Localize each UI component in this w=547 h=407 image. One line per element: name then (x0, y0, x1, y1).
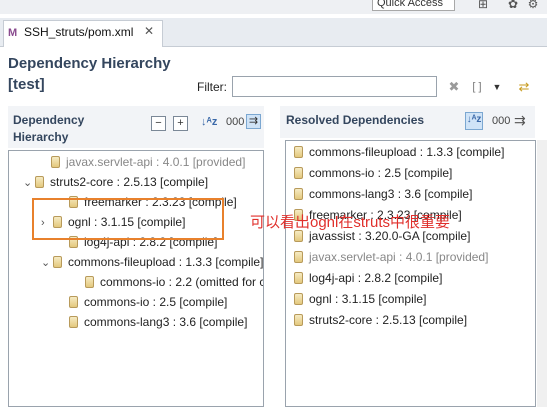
resolved-row[interactable]: log4j-api : 2.8.2 [compile] (286, 268, 535, 289)
resolved-scrollbar[interactable] (537, 140, 547, 407)
perspective-icon[interactable]: ⊞ (476, 0, 490, 11)
resolved-row-label: log4j-api : 2.8.2 [compile] (309, 271, 443, 285)
resolved-row-label: ognl : 3.1.15 [compile] (309, 292, 427, 306)
debug-perspective-icon[interactable]: ⚙ (526, 0, 540, 11)
sort-resolved-icon[interactable]: ↓ᴬz (465, 112, 483, 130)
resolved-row[interactable]: commons-fileupload : 1.3.3 [compile] (286, 142, 535, 163)
resolved-row-label: commons-lang3 : 3.6 [compile] (309, 187, 473, 201)
jar-icon (51, 155, 60, 168)
hierarchy-row-label: commons-io : 2.2 (omitted for conflict w… (100, 275, 263, 289)
resolved-link-icon[interactable]: ⇉ (514, 111, 526, 129)
link-with-selection-icon[interactable]: ⇉ (246, 114, 261, 129)
jar-icon (53, 255, 62, 268)
jar-icon (294, 187, 303, 200)
filter-label: Filter: (197, 80, 227, 94)
expand-all-icon[interactable]: + (173, 116, 188, 131)
java-ee-perspective-icon[interactable]: ✿ (506, 0, 520, 11)
page-scope: [test] (8, 76, 45, 93)
resolved-title: Resolved Dependencies (286, 113, 425, 127)
show-resolved-group-id-icon[interactable]: 000 (492, 113, 510, 129)
expanded-twisty-icon[interactable]: ⌄ (23, 173, 35, 193)
jar-icon (69, 295, 78, 308)
resolved-row-label: commons-io : 2.5 [compile] (309, 166, 453, 180)
resolved-row-label: struts2-core : 2.5.13 [compile] (309, 313, 468, 327)
hierarchy-row-label: struts2-core : 2.5.13 [compile] (50, 175, 209, 189)
filter-input[interactable] (232, 76, 437, 97)
hierarchy-title: Dependency (13, 113, 85, 127)
sort-icon[interactable]: ↓ᴬz (201, 114, 217, 130)
jar-icon (294, 313, 303, 326)
jar-icon (294, 250, 303, 263)
resolved-row[interactable]: ognl : 3.1.15 [compile] (286, 289, 535, 310)
ognl-highlight-box (32, 198, 224, 240)
filter-dropdown-icon[interactable]: ▼ (491, 78, 503, 96)
collapse-all-icon[interactable]: − (151, 116, 166, 131)
hierarchy-row-label: commons-lang3 : 3.6 [compile] (84, 315, 248, 329)
jar-icon (85, 275, 94, 288)
refresh-icon[interactable]: ⇄ (516, 78, 532, 96)
filter-options-icon[interactable]: [ ] (470, 78, 484, 96)
annotation-text: 可以看出ognl在struts中很重要 (250, 214, 451, 231)
quick-access-field[interactable]: Quick Access (372, 0, 455, 11)
hierarchy-row[interactable]: ⌄ struts2-core : 2.5.13 [compile] (9, 172, 263, 192)
clear-filter-icon[interactable]: ✖ (447, 78, 461, 96)
hierarchy-title-line2: Hierarchy (13, 130, 69, 144)
jar-icon (294, 292, 303, 305)
resolved-row[interactable]: commons-lang3 : 3.6 [compile] (286, 184, 535, 205)
hierarchy-row[interactable]: ⌄ commons-fileupload : 1.3.3 [compile] (9, 252, 263, 272)
jar-icon (35, 175, 44, 188)
tab-title[interactable]: SSH_struts/pom.xml (24, 24, 133, 40)
hierarchy-row[interactable]: commons-io : 2.5 [compile] (9, 292, 263, 312)
hierarchy-row-label: javax.servlet-api : 4.0.1 [provided] (66, 155, 246, 169)
resolved-row-label: commons-fileupload : 1.3.3 [compile] (309, 145, 505, 159)
jar-icon (69, 315, 78, 328)
close-tab-icon[interactable]: ✕ (144, 23, 154, 39)
resolved-row-label: javax.servlet-api : 4.0.1 [provided] (309, 250, 489, 264)
hierarchy-row[interactable]: commons-io : 2.2 (omitted for conflict w… (9, 272, 263, 292)
page-title: Dependency Hierarchy (8, 55, 171, 72)
hierarchy-row[interactable]: commons-lang3 : 3.6 [compile] (9, 312, 263, 332)
expanded-twisty-icon[interactable]: ⌄ (41, 253, 53, 273)
xml-file-icon: M (8, 27, 18, 39)
resolved-row[interactable]: javax.servlet-api : 4.0.1 [provided] (286, 247, 535, 268)
jar-icon (294, 271, 303, 284)
resolved-dependencies-list[interactable]: commons-fileupload : 1.3.3 [compile] comm… (285, 140, 536, 407)
hierarchy-row-label: commons-io : 2.5 [compile] (84, 295, 228, 309)
hierarchy-row-label: commons-fileupload : 1.3.3 [compile] (68, 255, 264, 269)
jar-icon (294, 166, 303, 179)
hierarchy-row[interactable]: javax.servlet-api : 4.0.1 [provided] (9, 152, 263, 172)
dependency-hierarchy-tree[interactable]: javax.servlet-api : 4.0.1 [provided] ⌄ str… (8, 150, 264, 407)
resolved-row[interactable]: struts2-core : 2.5.13 [compile] (286, 310, 535, 331)
show-group-id-icon[interactable]: 000 (226, 114, 244, 130)
resolved-row[interactable]: commons-io : 2.5 [compile] (286, 163, 535, 184)
jar-icon (294, 145, 303, 158)
workbench-toolbar (0, 0, 547, 14)
